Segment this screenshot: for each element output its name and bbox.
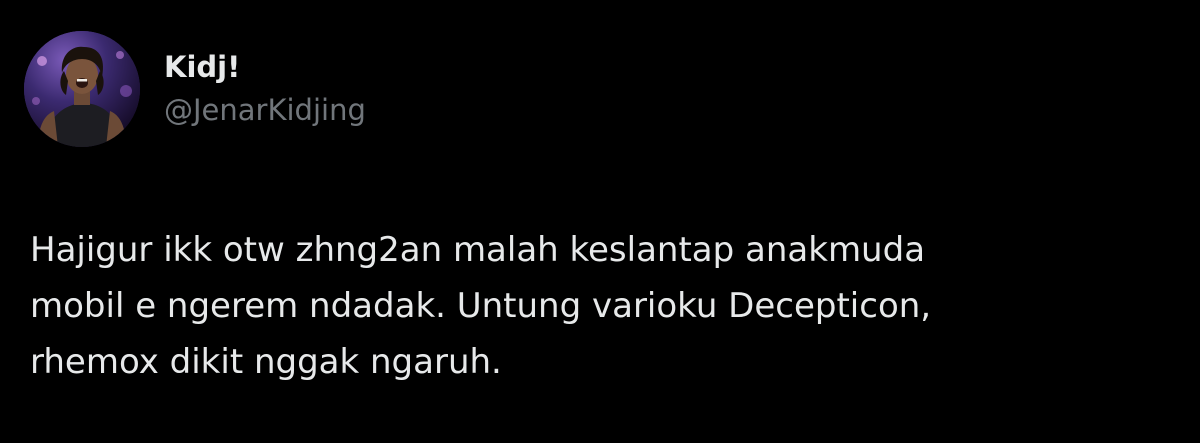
display-name[interactable]: Kidj! — [164, 49, 366, 85]
avatar-photo-icon — [24, 31, 140, 147]
tweet-header: Kidj! @JenarKidjing — [24, 31, 366, 147]
tweet-card: Kidj! @JenarKidjing Hajigur ikk otw zhng… — [0, 0, 1200, 443]
user-handle[interactable]: @JenarKidjing — [164, 91, 366, 129]
user-info: Kidj! @JenarKidjing — [164, 49, 366, 129]
avatar[interactable] — [24, 31, 140, 147]
tweet-text: Hajigur ikk otw zhng2an malah keslantap … — [30, 230, 932, 382]
